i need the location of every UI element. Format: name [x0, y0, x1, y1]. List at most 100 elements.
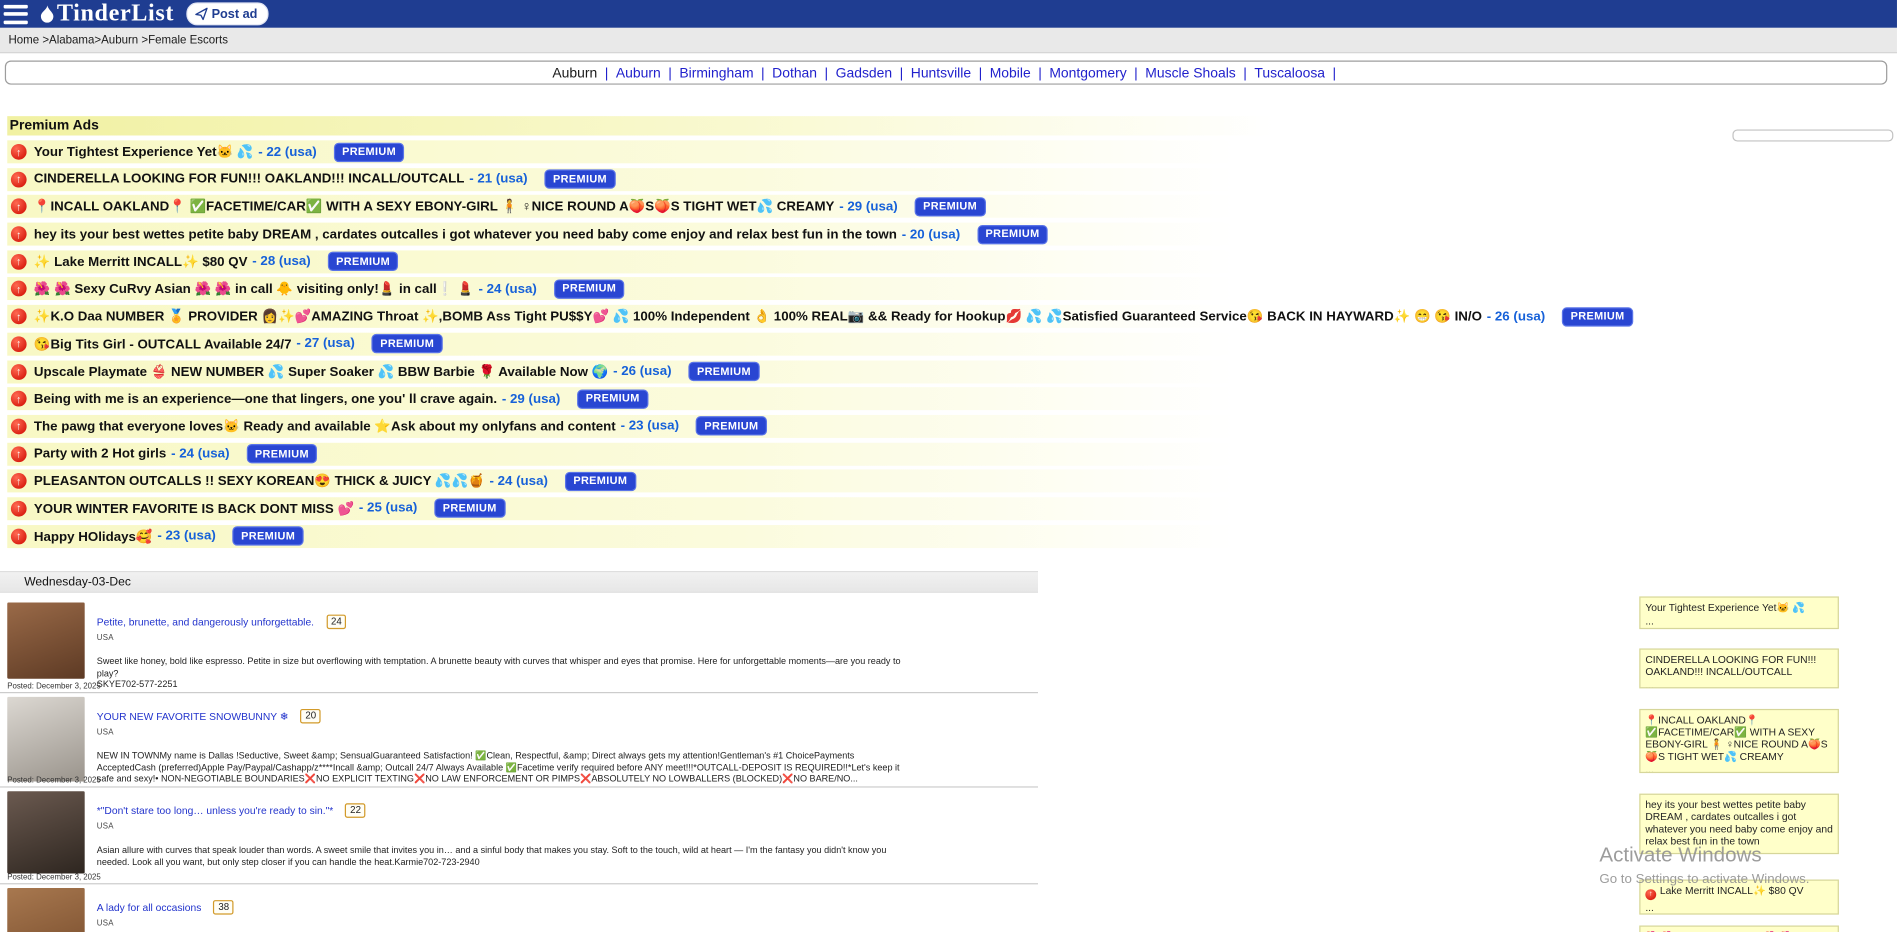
premium-ad-title[interactable]: PLEASANTON OUTCALLS !! SEXY KOREAN😍 THIC…	[34, 473, 485, 489]
premium-ad-title[interactable]: ✨K.O Daa NUMBER 🏅 PROVIDER 👩✨💕AMAZING Th…	[34, 309, 1482, 325]
premium-ad-row[interactable]: CINDERELLA LOOKING FOR FUN!!! OAKLAND!!!…	[7, 168, 1580, 191]
up-arrow-icon	[11, 391, 27, 407]
ad-thumbnail[interactable]	[7, 697, 84, 782]
listing-country: USA	[97, 728, 1038, 736]
premium-badge: PREMIUM	[328, 252, 399, 271]
posted-date: Posted: December 3, 2025	[7, 682, 101, 690]
premium-ad-row[interactable]: 😘Big Tits Girl - OUTCALL Available 24/7 …	[7, 332, 1580, 355]
breadcrumb-item[interactable]: Home	[8, 34, 39, 47]
city-separator: |	[1031, 67, 1050, 82]
up-arrow-icon	[11, 473, 27, 489]
breadcrumb-item[interactable]: Alabama	[49, 34, 94, 47]
city-link-gadsden[interactable]: Gadsden	[836, 67, 892, 82]
premium-ad-row[interactable]: Happy HOlidays🥰 - 23 (usa)PREMIUM	[7, 525, 1580, 548]
premium-ad-meta: - 24 (usa)	[489, 474, 547, 489]
city-link-mobile[interactable]: Mobile	[990, 67, 1031, 82]
premium-ad-meta: - 28 (usa)	[252, 254, 310, 269]
paper-plane-icon	[195, 7, 208, 20]
listing-ad-title[interactable]: YOUR NEW FAVORITE SNOWBUNNY ❄	[97, 710, 289, 722]
premium-ad-row[interactable]: Party with 2 Hot girls - 24 (usa)PREMIUM	[7, 442, 1580, 465]
listing-ad-content: *"Don't stare too long… unless you're re…	[97, 788, 1038, 868]
ad-thumbnail[interactable]	[7, 888, 84, 932]
premium-ad-row[interactable]: hey its your best wettes petite baby DRE…	[7, 223, 1580, 246]
city-link-muscle-shoals[interactable]: Muscle Shoals	[1145, 67, 1235, 82]
sidebar-box-title[interactable]: CINDERELLA LOOKING FOR FUN!!! OAKLAND!!!…	[1645, 653, 1833, 677]
breadcrumb-item[interactable]: Female Escorts	[148, 34, 228, 47]
description-line: Asian allure with curves that speak loud…	[97, 844, 910, 867]
premium-ad-row[interactable]: Your Tightest Experience Yet🐱 💦 - 22 (us…	[7, 140, 1580, 163]
date-header: Wednesday-03-Dec	[0, 571, 1038, 593]
premium-ad-row[interactable]: The pawg that everyone loves🐱 Ready and …	[7, 415, 1580, 438]
sidebar-box-title[interactable]: 📍INCALL OAKLAND📍 ✅FACETIME/CAR✅ WITH A S…	[1645, 714, 1833, 762]
premium-ad-title[interactable]: Happy HOlidays🥰	[34, 528, 153, 544]
sidebar-box-title[interactable]: hey its your best wettes petite baby DRE…	[1645, 798, 1833, 846]
brand-logo[interactable]: TinderList	[38, 0, 175, 28]
premium-ad-meta: - 21 (usa)	[469, 172, 527, 187]
premium-ad-title[interactable]: The pawg that everyone loves🐱 Ready and …	[34, 418, 616, 434]
city-link-tuscaloosa[interactable]: Tuscaloosa	[1254, 67, 1325, 82]
premium-ad-row[interactable]: ✨ Lake Merritt INCALL✨ $80 QV - 28 (usa)…	[7, 250, 1580, 273]
premium-badge: PREMIUM	[434, 499, 505, 518]
post-ad-button[interactable]: Post ad	[186, 2, 268, 25]
breadcrumb: Home >Alabama>Auburn >Female Escorts	[0, 28, 1897, 53]
ad-thumbnail[interactable]	[7, 602, 84, 678]
sidebar-box-title[interactable]: Your Tightest Experience Yet🐱 💦	[1645, 601, 1833, 613]
premium-ad-title[interactable]: Upscale Playmate 👙 NEW NUMBER 💦 Super So…	[34, 364, 608, 380]
listing-ad-title[interactable]: A lady for all occasions	[97, 901, 202, 913]
premium-ad-title[interactable]: hey its your best wettes petite baby DRE…	[34, 227, 897, 242]
breadcrumb-separator: >	[94, 34, 101, 47]
listing-ad-title[interactable]: *"Don't stare too long… unless you're re…	[97, 805, 333, 817]
breadcrumb-item[interactable]: Auburn	[101, 34, 138, 47]
sidebar-box-more: ...	[1645, 848, 1833, 854]
premium-ad-row[interactable]: 🌺 🌺 Sexy CuRvy Asian 🌺 🌺 in call 🐥 visit…	[7, 278, 1580, 301]
premium-ad-title[interactable]: Party with 2 Hot girls	[34, 446, 166, 461]
sidebar-premium-box[interactable]: Lake Merritt INCALL✨ $80 QV...	[1639, 880, 1839, 915]
premium-ad-row[interactable]: PLEASANTON OUTCALLS !! SEXY KOREAN😍 THIC…	[7, 470, 1580, 493]
premium-ad-title[interactable]: CINDERELLA LOOKING FOR FUN!!! OAKLAND!!!…	[34, 172, 464, 187]
sidebar-premium-box[interactable]: Your Tightest Experience Yet🐱 💦...	[1639, 596, 1839, 629]
premium-ad-title[interactable]: 📍INCALL OAKLAND📍 ✅FACETIME/CAR✅ WITH A S…	[34, 199, 835, 215]
premium-ad-row[interactable]: 📍INCALL OAKLAND📍 ✅FACETIME/CAR✅ WITH A S…	[7, 195, 1580, 218]
sidebar-box-more: ...	[1645, 615, 1833, 627]
premium-badge: PREMIUM	[688, 362, 759, 381]
premium-ad-row[interactable]: ✨K.O Daa NUMBER 🏅 PROVIDER 👩✨💕AMAZING Th…	[7, 305, 1580, 328]
sidebar-premium-box[interactable]: 🌺 🌺 Sexy CuRvy Asian 🌺 🌺 in call 🐥 visit…	[1639, 925, 1839, 932]
sidebar-premium-box[interactable]: CINDERELLA LOOKING FOR FUN!!! OAKLAND!!!…	[1639, 648, 1839, 688]
premium-ad-row[interactable]: Upscale Playmate 👙 NEW NUMBER 💦 Super So…	[7, 360, 1580, 383]
posted-date: Posted: December 3, 2025	[7, 777, 101, 785]
premium-ad-meta: - 29 (usa)	[839, 199, 897, 214]
ad-thumbnail[interactable]	[7, 791, 84, 873]
premium-ad-title[interactable]: YOUR WINTER FAVORITE IS BACK DONT MISS 💕	[34, 501, 354, 517]
up-arrow-icon	[11, 254, 27, 270]
sidebar-premium-box[interactable]: 📍INCALL OAKLAND📍 ✅FACETIME/CAR✅ WITH A S…	[1639, 709, 1839, 773]
city-link-auburn[interactable]: Auburn	[616, 67, 661, 82]
premium-ad-meta: - 22 (usa)	[258, 145, 316, 160]
premium-ad-meta: - 26 (usa)	[1487, 309, 1545, 324]
description-line: SKYE702-577-2251	[97, 679, 910, 690]
premium-ad-title[interactable]: Your Tightest Experience Yet🐱 💦	[34, 144, 254, 160]
hamburger-menu-icon[interactable]	[4, 4, 28, 23]
description-line: NEW IN TOWNMy name is Dallas !Seductive,…	[97, 750, 910, 784]
premium-badge: PREMIUM	[565, 472, 636, 491]
premium-ad-title[interactable]: 🌺 🌺 Sexy CuRvy Asian 🌺 🌺 in call 🐥 visit…	[34, 281, 474, 297]
city-link-dothan[interactable]: Dothan	[772, 67, 817, 82]
premium-ad-title[interactable]: Being with me is an experience—one that …	[34, 392, 497, 407]
sidebar-box-title[interactable]: Lake Merritt INCALL✨ $80 QV	[1645, 884, 1833, 899]
premium-badge: PREMIUM	[915, 197, 986, 216]
city-link-huntsville[interactable]: Huntsville	[911, 67, 971, 82]
premium-ad-row[interactable]: Being with me is an experience—one that …	[7, 387, 1580, 410]
city-link-birmingham[interactable]: Birmingham	[679, 67, 753, 82]
premium-ad-meta: - 26 (usa)	[613, 364, 671, 379]
listing-ad-title[interactable]: Petite, brunette, and dangerously unforg…	[97, 616, 314, 628]
premium-ad-title[interactable]: ✨ Lake Merritt INCALL✨ $80 QV	[34, 254, 248, 270]
city-link-montgomery[interactable]: Montgomery	[1049, 67, 1126, 82]
premium-ad-title[interactable]: 😘Big Tits Girl - OUTCALL Available 24/7	[34, 336, 292, 352]
premium-ads-section: Premium Ads Your Tightest Experience Yet…	[7, 116, 1580, 552]
premium-ad-meta: - 27 (usa)	[296, 337, 354, 352]
city-separator: |	[971, 67, 990, 82]
premium-ad-row[interactable]: YOUR WINTER FAVORITE IS BACK DONT MISS 💕…	[7, 497, 1580, 520]
sidebar-premium-box[interactable]: hey its your best wettes petite baby DRE…	[1639, 794, 1839, 854]
up-arrow-icon	[11, 501, 27, 517]
listing-country: USA	[97, 634, 1038, 642]
sidebar-box-more: ...	[1645, 763, 1833, 773]
